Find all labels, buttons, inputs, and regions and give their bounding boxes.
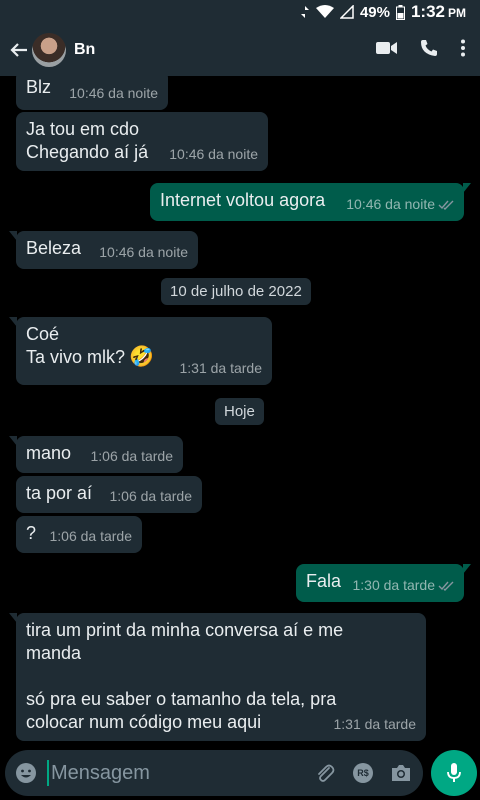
- back-button[interactable]: [4, 42, 34, 58]
- emoji-icon[interactable]: [15, 762, 37, 784]
- clock: 1:32 PM: [411, 2, 466, 22]
- signal-icon: [339, 5, 354, 19]
- message-text: só pra eu saber o tamanho da tela, pra: [26, 689, 337, 709]
- message-time: 1:31 da tarde: [333, 716, 416, 732]
- more-vert-icon: [461, 39, 465, 56]
- message-bubble[interactable]: Internet voltou agora 10:46 da noite: [150, 183, 471, 221]
- message-bubble[interactable]: ta por aí 1:06 da tarde: [16, 476, 202, 513]
- message-time: 10:46 da noite: [69, 85, 158, 101]
- message-text: ta por aí: [26, 483, 93, 503]
- message-text: Coé: [26, 324, 60, 344]
- message-text: ?: [26, 523, 37, 543]
- menu-button[interactable]: [460, 39, 466, 62]
- message-meta: 1:30 da tarde: [352, 574, 454, 597]
- message-list[interactable]: Blz 10:46 da noite Ja tou em cdo Chegand…: [0, 76, 480, 744]
- contact-name[interactable]: Bn: [74, 41, 95, 59]
- message-text: Ta vivo mlk?: [26, 347, 126, 367]
- message-bubble[interactable]: Ja tou em cdo Chegando aí já 10:46 da no…: [16, 112, 268, 171]
- camera-icon[interactable]: [391, 764, 411, 782]
- message-text: manda: [26, 643, 82, 663]
- message-bubble[interactable]: mano 1:06 da tarde: [9, 436, 183, 473]
- wifi-icon: [315, 5, 334, 19]
- date-divider: Hoje: [215, 398, 264, 425]
- message-text: Internet voltou agora: [160, 190, 326, 210]
- clock-ampm: PM: [448, 6, 466, 20]
- message-meta: 10:46 da noite: [346, 193, 454, 216]
- battery-icon: [395, 4, 405, 20]
- message-time: 1:06 da tarde: [109, 488, 192, 504]
- message-bubble[interactable]: Beleza 10:46 da noite: [9, 231, 198, 269]
- chat-header: Bn: [0, 24, 480, 76]
- message-time: 1:06 da tarde: [49, 528, 132, 544]
- clock-time: 1:32: [410, 2, 445, 21]
- paperclip-icon[interactable]: [315, 762, 335, 784]
- message-text: Blz: [26, 77, 52, 97]
- message-bubble[interactable]: Fala 1:30 da tarde: [296, 564, 471, 602]
- message-bubble[interactable]: ? 1:06 da tarde: [16, 516, 142, 553]
- message-bubble[interactable]: tira um print da minha conversa aí e me …: [9, 613, 426, 741]
- message-input[interactable]: [51, 761, 291, 785]
- arrow-left-icon: [10, 43, 27, 57]
- message-bubble[interactable]: Blz 10:46 da noite: [16, 76, 168, 110]
- text-cursor: [47, 760, 49, 786]
- voice-message-button[interactable]: [431, 750, 477, 796]
- mic-icon: [447, 763, 461, 782]
- rofl-emoji: 🤣: [129, 346, 154, 368]
- date-divider: 10 de julho de 2022: [161, 278, 311, 305]
- video-call-icon: [376, 41, 397, 54]
- voice-call-button[interactable]: [420, 39, 438, 62]
- message-text: mano: [26, 443, 72, 463]
- message-time: 10:46 da noite: [346, 196, 435, 212]
- message-time: 1:30 da tarde: [352, 577, 435, 593]
- video-call-button[interactable]: [376, 41, 398, 60]
- rs-payment-icon[interactable]: R$: [353, 763, 373, 783]
- battery-level: 49%: [359, 3, 390, 21]
- double-check-icon: [438, 581, 454, 591]
- message-text: Fala: [306, 571, 342, 591]
- message-composer: R$: [5, 750, 423, 796]
- message-text: Ja tou em cdo: [26, 119, 140, 139]
- message-time: 10:46 da noite: [99, 244, 188, 260]
- message-text: Beleza: [26, 238, 82, 258]
- vibrate-icon: [300, 5, 310, 19]
- message-text: [26, 665, 416, 688]
- double-check-icon: [438, 200, 454, 210]
- avatar[interactable]: [32, 33, 66, 67]
- message-time: 1:31 da tarde: [179, 360, 262, 376]
- status-bar: 49% 1:32 PM: [0, 0, 480, 24]
- message-time: 1:06 da tarde: [90, 448, 173, 464]
- message-bubble[interactable]: Coé Ta vivo mlk? 🤣 1:31 da tarde: [9, 317, 272, 385]
- message-time: 10:46 da noite: [169, 146, 258, 162]
- phone-icon: [421, 39, 437, 56]
- composer: R$: [0, 744, 480, 800]
- message-text: tira um print da minha conversa aí e me: [26, 620, 344, 640]
